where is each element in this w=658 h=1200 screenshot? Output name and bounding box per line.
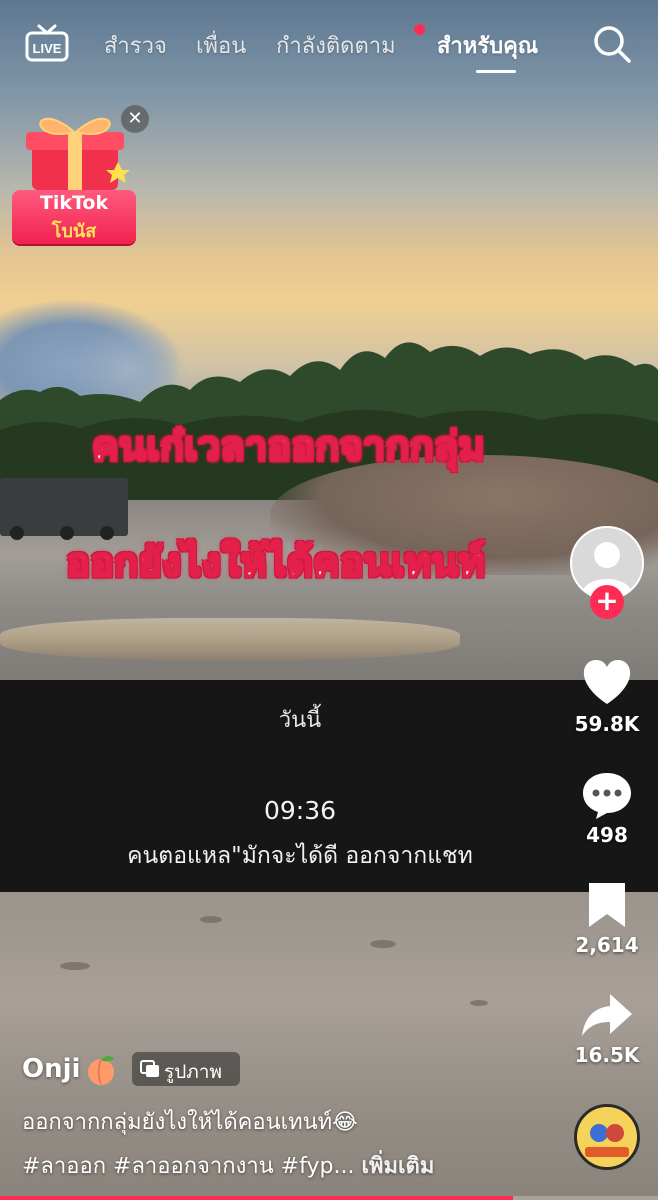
photo-badge-label: รูปภาพ [164, 1061, 222, 1083]
pebble [200, 916, 222, 923]
bonus-label: โบนัส [51, 221, 97, 242]
post-description: ออกจากกลุ่มยังไงให้ได้คอนเทนท์😂 [22, 1110, 358, 1135]
heart-icon[interactable] [580, 658, 634, 708]
top-navigation: LIVE สำรวจ เพื่อน กำลังติดตาม สำหรับคุณ [0, 18, 658, 74]
tab-friends[interactable]: เพื่อน [196, 28, 246, 63]
creator-username[interactable]: Onji [22, 1054, 80, 1084]
chat-screenshot-panel: วันนี้ 09:36 คนตอแหล"มักจะได้ดี ออกจากแช… [0, 680, 658, 892]
see-more-link[interactable]: เพิ่มเติม [361, 1154, 434, 1179]
post-hashtags[interactable]: #ลาออก #ลาออกจากงาน #fyp... เพิ่มเติม [22, 1148, 434, 1183]
music-cover-art [577, 1107, 637, 1167]
tiktok-bonus-badge[interactable]: TikTok โบนัส [12, 190, 136, 244]
comment-count: 498 [586, 823, 628, 847]
truck-wheel [10, 526, 24, 540]
save-count: 2,614 [575, 933, 639, 957]
chat-time: 09:36 [263, 796, 337, 825]
like-count: 59.8K [574, 712, 640, 736]
video-overlay-line-1: คนเก๋เวลาออกจากกลุ่ม [91, 423, 486, 471]
pebble [370, 940, 396, 948]
bookmark-icon[interactable] [580, 880, 634, 930]
video-progress-bar[interactable] [0, 1196, 658, 1200]
photo-stack-icon [140, 1060, 159, 1077]
live-icon[interactable]: LIVE [24, 24, 70, 62]
chat-system-message: คนตอแหล"มักจะได้ดี ออกจากแชท [127, 843, 473, 869]
active-tab-indicator [476, 70, 516, 73]
pebble [60, 962, 90, 970]
share-icon[interactable] [580, 990, 634, 1040]
hashtag-list[interactable]: #ลาออก #ลาออกจากงาน #fyp... [22, 1154, 354, 1179]
video-progress-fill [0, 1196, 514, 1200]
share-count: 16.5K [574, 1043, 640, 1067]
photo-mode-badge[interactable]: รูปภาพ [132, 1052, 240, 1086]
tab-following[interactable]: กำลังติดตาม [276, 28, 396, 63]
notification-dot [414, 24, 425, 35]
tab-explore[interactable]: สำรวจ [104, 28, 167, 63]
follow-button[interactable]: + [590, 585, 624, 619]
music-disc[interactable] [574, 1104, 640, 1170]
comment-icon[interactable] [580, 770, 634, 820]
pebble [470, 1000, 488, 1006]
chat-date-label: วันนี้ [278, 708, 322, 733]
video-overlay-line-2: ออกยังไงให้ได้คอนเทนท์ [65, 539, 486, 587]
puddle [0, 618, 460, 660]
bonus-brand: TikTok [39, 192, 109, 214]
live-label: LIVE [33, 41, 62, 56]
search-icon[interactable] [590, 22, 634, 66]
close-icon[interactable]: ✕ [121, 105, 149, 133]
peach-emoji-icon [88, 1056, 114, 1085]
video-feed-screen[interactable]: LIVE สำรวจ เพื่อน กำลังติดตาม สำหรับคุณ … [0, 0, 658, 1200]
tab-for-you[interactable]: สำหรับคุณ [437, 28, 538, 63]
